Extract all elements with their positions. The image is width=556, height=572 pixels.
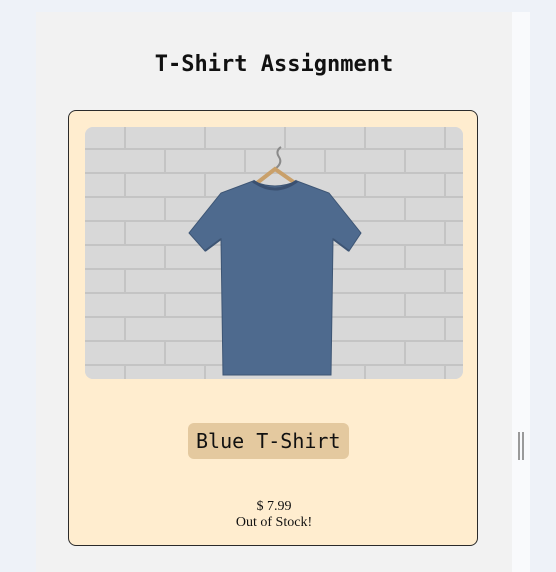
product-image	[85, 127, 463, 379]
stock-status: Out of Stock!	[235, 515, 313, 530]
product-name: Blue T-Shirt	[188, 423, 349, 459]
resize-grip-icon[interactable]	[518, 432, 524, 460]
product-card: Blue T-Shirt $ 7.99 Out of Stock!	[68, 110, 478, 546]
vertical-scrollbar[interactable]	[512, 12, 530, 572]
product-price: $ 7.99	[256, 499, 292, 514]
page-title: T-Shirt Assignment	[154, 52, 394, 77]
page-container: T-Shirt Assignment Blue T-Shirt $ 7.99 O…	[36, 12, 512, 572]
